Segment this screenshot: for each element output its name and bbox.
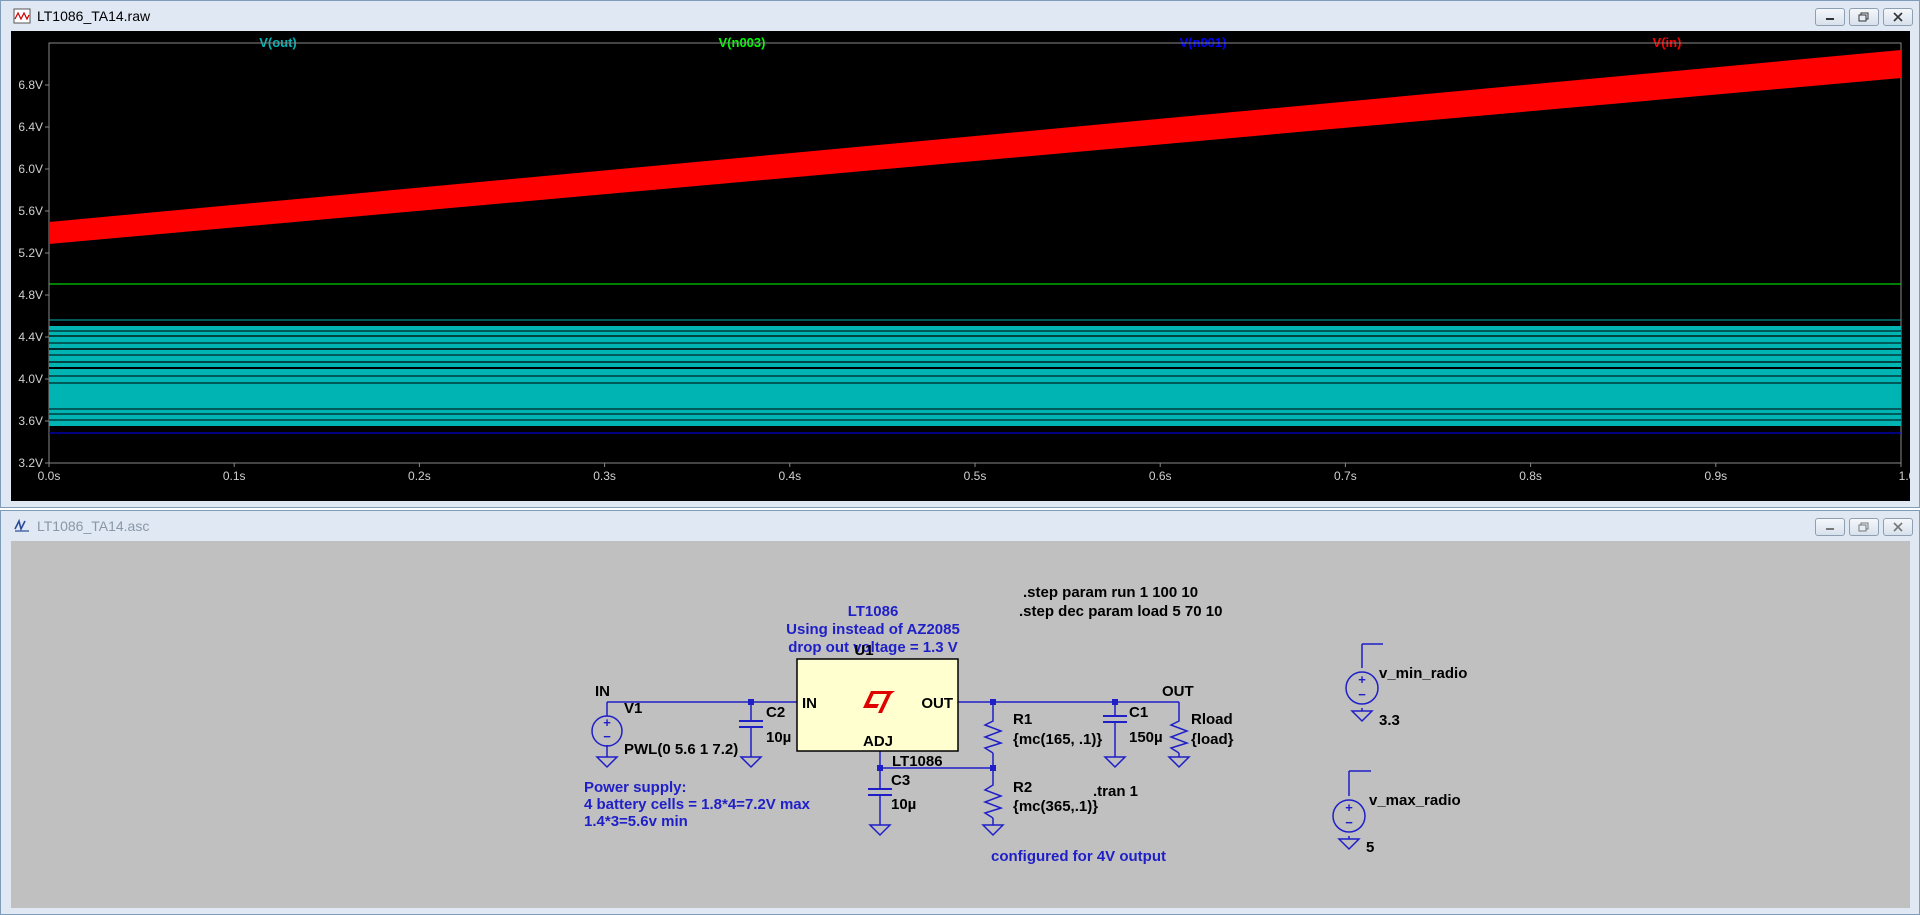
part-note-1[interactable]: Using instead of AZ2085 bbox=[786, 621, 960, 638]
restore-icon bbox=[1858, 12, 1869, 22]
svg-text:−: − bbox=[1358, 687, 1366, 702]
tran-directive[interactable]: .tran 1 bbox=[1093, 783, 1138, 800]
schematic-drawing[interactable]: .step param run 1 100 10 .step dec param… bbox=[11, 541, 1910, 908]
resistor-rload[interactable] bbox=[1168, 716, 1190, 754]
pin-in-label: IN bbox=[802, 695, 817, 712]
waveform-titlebar[interactable]: LT1086_TA14.raw bbox=[1, 1, 1919, 31]
supply-comment-1[interactable]: Power supply: bbox=[584, 779, 687, 796]
r2-value[interactable]: {mc(365,.1)} bbox=[1013, 798, 1098, 815]
pin-out-label: OUT bbox=[921, 695, 953, 712]
y-tick-label: 3.2V bbox=[18, 456, 43, 470]
schematic-canvas[interactable]: .step param run 1 100 10 .step dec param… bbox=[11, 541, 1910, 908]
schematic-window[interactable]: LT1086_TA14.asc .step param run 1 100 10… bbox=[0, 510, 1920, 915]
x-tick-label: 0.0s bbox=[38, 469, 61, 483]
minimize-icon bbox=[1826, 528, 1834, 530]
x-axis: 0.0s 0.1s 0.2s 0.3s 0.4s 0.5s 0.6s 0.7s 0.8s 0.9s… bbox=[38, 463, 1920, 483]
step-directive-2[interactable]: .step dec param load 5 70 10 bbox=[1019, 603, 1222, 620]
x-tick-label: 0.5s bbox=[964, 469, 987, 483]
v-max-radio-value[interactable]: 5 bbox=[1366, 839, 1374, 856]
supply-comment-2[interactable]: 4 battery cells = 1.8*4=7.2V max bbox=[584, 796, 811, 813]
x-tick-label: 0.7s bbox=[1334, 469, 1357, 483]
waveform-window[interactable]: LT1086_TA14.raw V(out) V(n003) V(n001) V… bbox=[0, 0, 1920, 508]
rload-label[interactable]: Rload bbox=[1191, 711, 1233, 728]
x-tick-label: 0.6s bbox=[1149, 469, 1172, 483]
x-tick-label: 0.2s bbox=[408, 469, 431, 483]
y-tick-label: 5.6V bbox=[18, 204, 43, 218]
schematic-icon bbox=[14, 518, 29, 532]
svg-text:+: + bbox=[1358, 672, 1366, 687]
net-out-label[interactable]: OUT bbox=[1162, 683, 1194, 700]
close-button[interactable] bbox=[1883, 8, 1913, 26]
y-tick-label: 3.6V bbox=[18, 414, 43, 428]
x-tick-label: 1.0s bbox=[1899, 469, 1910, 483]
v-max-radio-label[interactable]: v_max_radio bbox=[1369, 792, 1461, 809]
svg-text:+: + bbox=[603, 715, 611, 730]
chip-part-label[interactable]: LT1086 bbox=[892, 753, 943, 770]
step-directive-1[interactable]: .step param run 1 100 10 bbox=[1023, 584, 1198, 601]
v-max-radio-source[interactable]: + − bbox=[1332, 799, 1366, 833]
svg-text:+: + bbox=[1345, 800, 1353, 815]
c3-label[interactable]: C3 bbox=[891, 772, 910, 789]
x-tick-label: 0.1s bbox=[223, 469, 246, 483]
waveform-plot[interactable]: V(out) V(n003) V(n001) V(in) 6.8V6.4V6.0… bbox=[11, 31, 1920, 501]
net-in-label[interactable]: IN bbox=[595, 683, 610, 700]
schematic-titlebar[interactable]: LT1086_TA14.asc bbox=[1, 511, 1919, 541]
capacitor-c2[interactable] bbox=[739, 720, 763, 745]
u1-label[interactable]: U1 bbox=[854, 642, 873, 659]
schematic-minimize-button[interactable] bbox=[1815, 518, 1845, 536]
close-icon bbox=[1893, 12, 1903, 22]
c1-value[interactable]: 150µ bbox=[1129, 729, 1163, 746]
schematic-close-button[interactable] bbox=[1883, 518, 1913, 536]
svg-text:−: − bbox=[603, 729, 611, 744]
part-title-comment[interactable]: LT1086 bbox=[848, 603, 899, 620]
x-tick-label: 0.4s bbox=[778, 469, 801, 483]
resistor-r1[interactable] bbox=[982, 716, 1004, 754]
y-tick-label: 6.8V bbox=[18, 78, 43, 92]
capacitor-c1[interactable] bbox=[1103, 715, 1127, 746]
ground-symbols bbox=[595, 710, 1374, 851]
y-tick-label: 5.2V bbox=[18, 246, 43, 260]
y-tick-label: 6.4V bbox=[18, 120, 43, 134]
schematic-window-title: LT1086_TA14.asc bbox=[37, 518, 150, 534]
y-axis: 6.8V 6.4V 6.0V 5.6V 5.2V 4.8V 4.4V 4.0V 3.6V 3.2V bbox=[18, 78, 49, 470]
y-tick-label: 4.0V bbox=[18, 372, 43, 386]
waveform-plot-pane[interactable]: V(out) V(n003) V(n001) V(in) 6.8V 6.4V 6… bbox=[11, 31, 1920, 501]
x-tick-label: 0.9s bbox=[1704, 469, 1727, 483]
resistor-r2[interactable] bbox=[982, 781, 1004, 819]
rload-value[interactable]: {load} bbox=[1191, 731, 1234, 748]
restore-button[interactable] bbox=[1849, 8, 1879, 26]
v-min-radio-label[interactable]: v_min_radio bbox=[1379, 665, 1467, 682]
waveform-window-title: LT1086_TA14.raw bbox=[37, 8, 151, 24]
y-tick-label: 4.8V bbox=[18, 288, 43, 302]
capacitor-c3[interactable] bbox=[868, 788, 892, 803]
trace-vin-band[interactable] bbox=[49, 50, 1901, 244]
y-tick-label: 6.0V bbox=[18, 162, 43, 176]
restore-icon bbox=[1858, 522, 1869, 532]
r1-label[interactable]: R1 bbox=[1013, 711, 1032, 728]
waveform-icon bbox=[13, 8, 31, 24]
v1-label[interactable]: V1 bbox=[624, 700, 642, 717]
pin-adj-label: ADJ bbox=[863, 733, 893, 750]
v1-value[interactable]: PWL(0 5.6 1 7.2) bbox=[624, 741, 738, 758]
supply-comment-3[interactable]: 1.4*3=5.6v min bbox=[584, 813, 688, 830]
r1-value[interactable]: {mc(165, .1)} bbox=[1013, 731, 1102, 748]
c3-value[interactable]: 10µ bbox=[891, 796, 916, 813]
schematic-restore-button[interactable] bbox=[1849, 518, 1879, 536]
x-tick-label: 0.3s bbox=[593, 469, 616, 483]
minimize-button[interactable] bbox=[1815, 8, 1845, 26]
c2-value[interactable]: 10µ bbox=[766, 729, 791, 746]
close-icon bbox=[1893, 522, 1903, 532]
svg-text:−: − bbox=[1345, 815, 1353, 830]
config-comment[interactable]: configured for 4V output bbox=[991, 848, 1166, 865]
y-tick-label: 4.4V bbox=[18, 330, 43, 344]
v1-voltage-source[interactable]: + − bbox=[591, 715, 623, 747]
c2-label[interactable]: C2 bbox=[766, 704, 785, 721]
r2-label[interactable]: R2 bbox=[1013, 779, 1032, 796]
v-min-radio-value[interactable]: 3.3 bbox=[1379, 712, 1400, 729]
x-tick-label: 0.8s bbox=[1519, 469, 1542, 483]
minimize-icon bbox=[1826, 18, 1834, 20]
v-min-radio-source[interactable]: + − bbox=[1345, 671, 1379, 705]
c1-label[interactable]: C1 bbox=[1129, 704, 1148, 721]
